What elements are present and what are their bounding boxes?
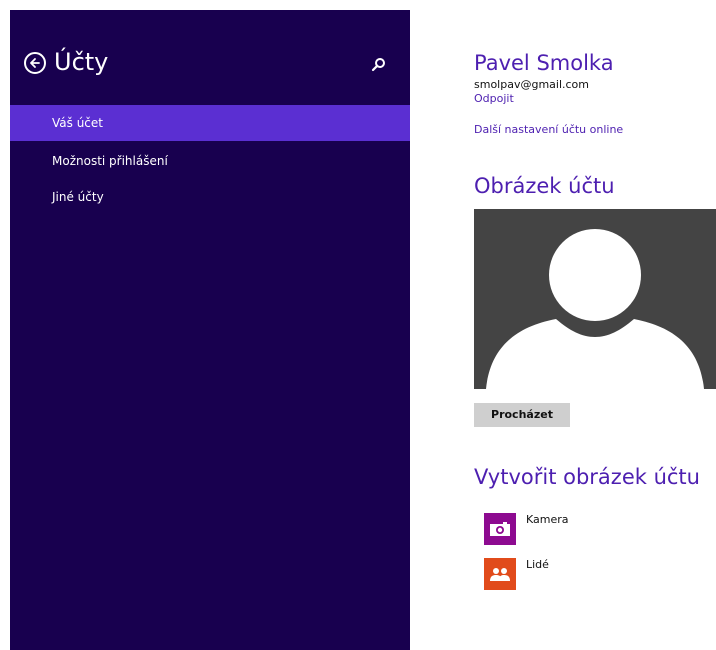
sidebar-title: Účty xyxy=(54,48,109,76)
sidebar-item-label: Možnosti přihlášení xyxy=(52,154,168,168)
sidebar-item-sign-in-options[interactable]: Možnosti přihlášení xyxy=(10,143,410,179)
window-edge xyxy=(0,0,10,650)
camera-app-label: Kamera xyxy=(526,513,569,526)
account-picture-heading: Obrázek účtu xyxy=(474,174,615,198)
default-user-silhouette-icon xyxy=(486,229,704,389)
camera-icon xyxy=(484,513,516,545)
account-picture xyxy=(474,209,716,389)
camera-app-item[interactable]: Kamera xyxy=(484,511,704,545)
more-account-settings-link[interactable]: Další nastavení účtu online xyxy=(474,123,623,136)
back-arrow-circle-icon[interactable] xyxy=(24,52,46,74)
user-name: Pavel Smolka xyxy=(474,51,614,75)
user-email: smolpav@gmail.com xyxy=(474,78,590,91)
sidebar: Účty Váš účet Možnosti přihlášení Jiné ú… xyxy=(10,10,410,650)
disconnect-link[interactable]: Odpojit xyxy=(474,92,514,105)
sidebar-item-label: Jiné účty xyxy=(52,190,104,204)
people-app-label: Lidé xyxy=(526,558,549,571)
sidebar-item-your-account[interactable]: Váš účet xyxy=(10,105,410,141)
people-icon xyxy=(484,558,516,590)
sidebar-item-other-accounts[interactable]: Jiné účty xyxy=(10,179,410,215)
create-picture-heading: Vytvořit obrázek účtu xyxy=(474,465,700,489)
sidebar-nav: Váš účet Možnosti přihlášení Jiné účty xyxy=(10,105,410,215)
browse-button[interactable]: Procházet xyxy=(474,403,570,427)
people-app-item[interactable]: Lidé xyxy=(484,556,704,590)
account-content: Pavel Smolka smolpav@gmail.com Odpojit D… xyxy=(474,0,716,650)
sidebar-item-label: Váš účet xyxy=(52,116,103,130)
search-icon[interactable] xyxy=(370,56,388,74)
